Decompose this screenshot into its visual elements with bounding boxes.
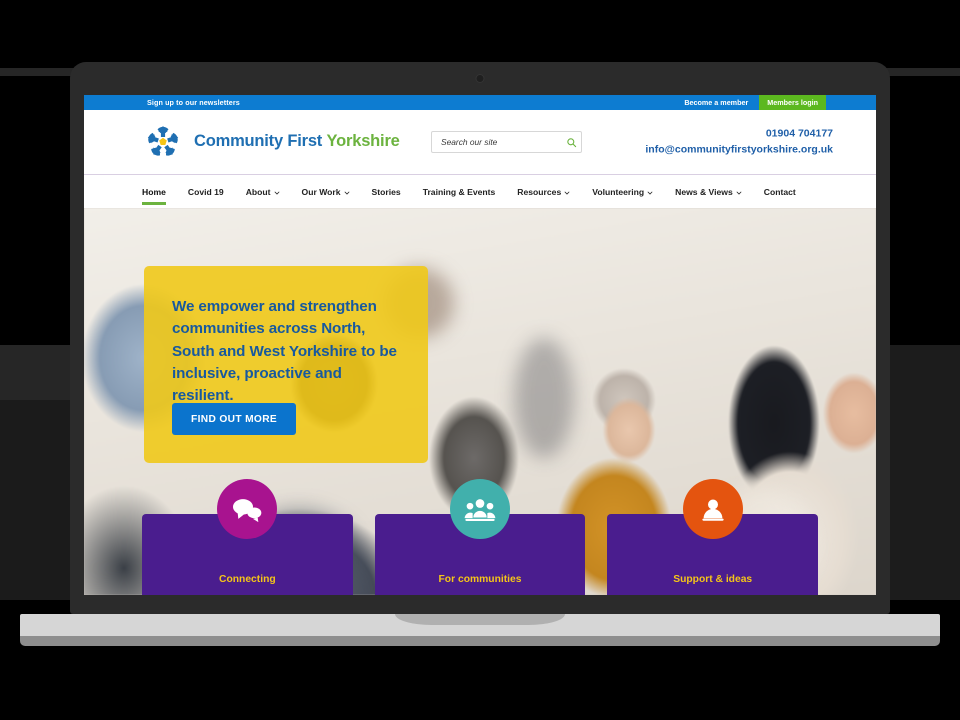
nav-item-home[interactable]: Home <box>142 186 166 205</box>
nav-item-training-events[interactable]: Training & Events <box>423 187 496 197</box>
nav-item-label: Our Work <box>301 186 341 197</box>
laptop-base-top <box>20 614 940 636</box>
hero-headline: We empower and strengthen communities ac… <box>172 298 397 405</box>
laptop-lid: Sign up to our newsletters Become a memb… <box>70 62 890 614</box>
group-people-icon <box>450 479 510 539</box>
hero-card-label: For communities <box>438 574 522 585</box>
nav-item-label: About <box>245 186 271 197</box>
nav-item-label: Volunteering <box>592 186 645 197</box>
nav-item-stories[interactable]: Stories <box>372 187 401 197</box>
brand-logo-link[interactable]: Community First Yorkshire <box>142 121 400 163</box>
nav-item-our-work[interactable]: Our Work <box>302 187 350 197</box>
chevron-down-icon <box>274 188 280 195</box>
nav-item-about[interactable]: About <box>246 187 280 197</box>
laptop-base-notch <box>395 614 565 625</box>
nav-item-label: Training & Events <box>422 186 496 197</box>
chevron-down-icon <box>647 188 653 195</box>
newsletter-signup-link[interactable]: Sign up to our newsletters <box>147 98 240 107</box>
site-header: Community First Yorkshire Search our sit… <box>84 110 876 175</box>
chevron-down-icon <box>344 188 350 195</box>
nav-item-label: Resources <box>517 186 562 197</box>
laptop-base <box>20 614 940 646</box>
nav-item-news-views[interactable]: News & Views <box>675 187 742 197</box>
nav-active-underline <box>142 202 166 205</box>
chevron-down-icon <box>736 188 742 195</box>
main-navigation: Home Covid 19 About Our Work Stories Training… <box>84 175 876 208</box>
single-person-icon <box>682 479 743 539</box>
nav-item-volunteering[interactable]: Volunteering <box>592 187 653 197</box>
utility-bar: Sign up to our newsletters Become a memb… <box>84 95 876 110</box>
members-login-button[interactable]: Members login <box>759 95 826 110</box>
become-a-member-link[interactable]: Become a member <box>673 95 759 110</box>
webcam-icon <box>475 74 485 83</box>
brand-line-1: Community First <box>194 132 323 151</box>
search-icon[interactable] <box>561 137 581 148</box>
nav-item-resources[interactable]: Resources <box>517 187 570 197</box>
utility-bar-right: Become a member Members login <box>673 95 876 110</box>
nav-item-label: Home <box>142 186 166 197</box>
hero-card-support-ideas[interactable]: Support & ideas <box>607 479 819 595</box>
laptop-base-bottom <box>20 636 940 646</box>
chevron-down-icon <box>564 188 570 195</box>
search-input[interactable] <box>432 137 561 147</box>
phone-number[interactable]: 01904 704177 <box>645 126 833 142</box>
hero-card-for-communities[interactable]: For communities <box>374 479 586 595</box>
hero-quicklink-cards: Connecting For communities Support & ideas <box>142 479 819 595</box>
laptop-mockup: Sign up to our newsletters Become a memb… <box>20 62 940 646</box>
hero-banner: We empower and strengthen communities ac… <box>84 208 876 595</box>
hero-promo-panel: We empower and strengthen communities ac… <box>144 266 428 463</box>
brand-wordmark: Community First Yorkshire <box>194 133 400 150</box>
pinwheel-rose-logo-icon <box>142 121 184 163</box>
speech-bubbles-icon <box>217 479 278 539</box>
nav-item-contact[interactable]: Contact <box>764 187 796 197</box>
find-out-more-button[interactable]: FIND OUT MORE <box>172 403 297 435</box>
browser-screen: Sign up to our newsletters Become a memb… <box>84 95 876 595</box>
hero-card-connecting[interactable]: Connecting <box>142 479 353 595</box>
nav-item-label: Covid 19 <box>187 186 224 197</box>
nav-item-label: Contact <box>763 186 796 197</box>
nav-item-label: News & Views <box>675 186 733 197</box>
site-search[interactable] <box>431 131 582 153</box>
nav-item-label: Stories <box>371 186 401 197</box>
header-contact-details: 01904 704177 info@communityfirstyorkshir… <box>645 126 833 159</box>
nav-item-covid-19[interactable]: Covid 19 <box>188 187 224 197</box>
scene-backdrop: Sign up to our newsletters Become a memb… <box>0 0 960 720</box>
photo-accent <box>514 338 574 458</box>
hero-card-label: Connecting <box>219 574 276 585</box>
utility-bar-spacer <box>826 95 876 110</box>
email-address-link[interactable]: info@communityfirstyorkshire.org.uk <box>645 142 833 158</box>
hero-card-label: Support & ideas <box>673 574 753 585</box>
brand-line-2: Yorkshire <box>326 132 400 151</box>
